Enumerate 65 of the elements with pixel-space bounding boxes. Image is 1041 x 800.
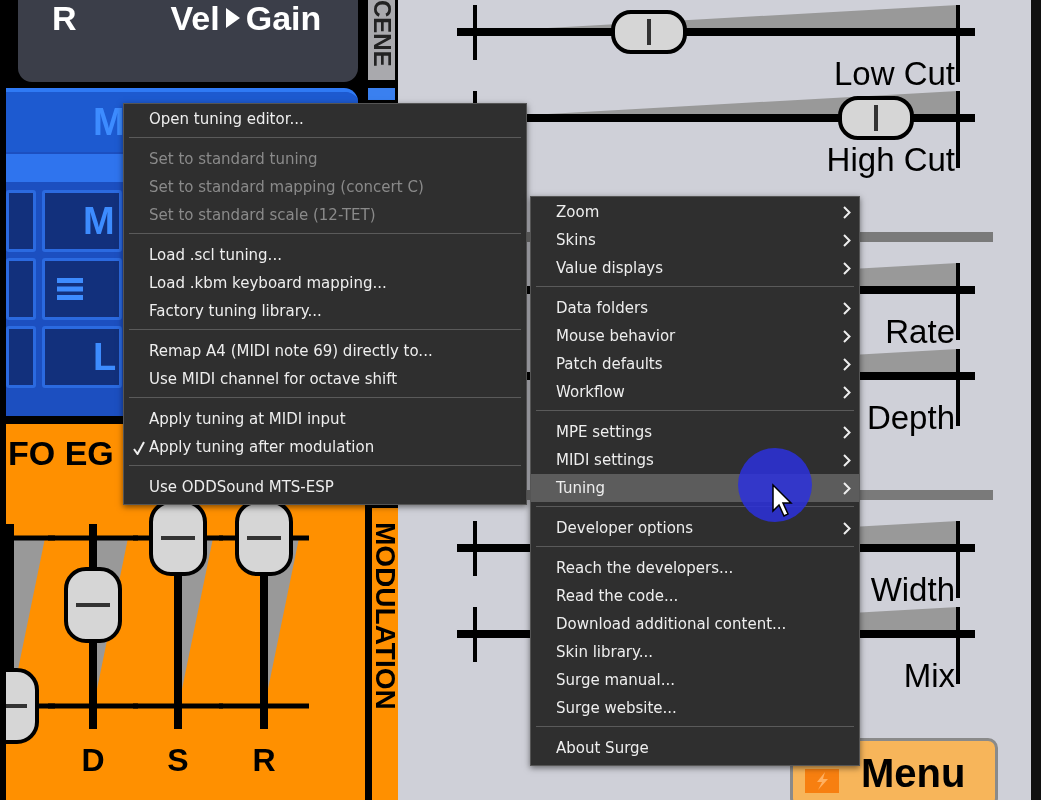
chevron-right-icon (843, 302, 851, 315)
slider-label: Depth (866, 399, 955, 437)
panel-label: Gain (245, 0, 322, 36)
chevron-right-icon (843, 330, 851, 343)
tab-strip (368, 88, 395, 100)
slider-label: Rate (885, 313, 955, 351)
menu-item[interactable]: Open tuning editor... (124, 105, 526, 133)
list-icon (57, 278, 83, 300)
menu-item[interactable]: Use MIDI channel for octave shift (124, 365, 526, 393)
chevron-right-icon (843, 482, 851, 495)
menu-item[interactable]: Workflow (531, 378, 859, 406)
menu-item[interactable]: Read the code... (531, 582, 859, 610)
menu-item[interactable]: Load .kbm keyboard mapping... (124, 269, 526, 297)
panel-label: R (52, 0, 77, 36)
slider-label: R (251, 742, 277, 779)
menu-item[interactable]: Surge manual... (531, 666, 859, 694)
menu-item[interactable]: MPE settings (531, 418, 859, 446)
grid-tile[interactable]: L (42, 326, 122, 388)
slider-label: Mix (903, 657, 955, 695)
chevron-right-icon (843, 454, 851, 467)
menu-item[interactable]: Skin library... (531, 638, 859, 666)
chevron-right-icon (843, 262, 851, 275)
slider-label: S (166, 742, 190, 779)
slider-label: D (80, 742, 106, 779)
slider-thumb[interactable] (64, 567, 122, 644)
slider-label: Low Cut (833, 55, 955, 93)
menu-item[interactable]: Use ODDSound MTS-ESP (124, 473, 526, 501)
menu-item[interactable]: Value displays (531, 254, 859, 282)
chevron-right-icon (843, 522, 851, 535)
scene-tab[interactable]: CENE (368, 0, 395, 80)
chevron-right-icon (843, 358, 851, 371)
grid-tile (6, 190, 36, 252)
menu-item[interactable]: Surge website... (531, 694, 859, 722)
checkmark-icon (133, 441, 145, 455)
menu-item[interactable]: Reach the developers... (531, 554, 859, 582)
panel-label: Vel (170, 0, 220, 36)
menu-item[interactable]: Skins (531, 226, 859, 254)
lightning-icon (805, 769, 839, 793)
chevron-right-icon (843, 426, 851, 439)
grid-tile[interactable] (42, 258, 122, 320)
menu-item[interactable]: Developer options (531, 514, 859, 542)
menu-item[interactable]: Mouse behavior (531, 322, 859, 350)
panel-title: FO EG (8, 434, 114, 473)
menu-item[interactable]: Remap A4 (MIDI note 69) directly to... (124, 337, 526, 365)
grid-tile[interactable]: M (42, 190, 122, 252)
mouse-cursor-icon (737, 447, 813, 523)
menu-item[interactable]: Load .scl tuning... (124, 241, 526, 269)
chevron-right-icon (843, 234, 851, 247)
tile-label: M (82, 201, 115, 241)
slider-label: Width (870, 571, 955, 609)
menu-item[interactable]: Download additional content... (531, 610, 859, 638)
menu-item[interactable]: Patch defaults (531, 350, 859, 378)
tile-label: L (92, 337, 117, 377)
menu-item[interactable]: MIDI settings (531, 446, 859, 474)
menu-item[interactable]: Factory tuning library... (124, 297, 526, 325)
menu-item[interactable]: Zoom (531, 198, 859, 226)
grid-tile (6, 326, 36, 388)
chevron-right-icon (843, 206, 851, 219)
chevron-right-icon (843, 386, 851, 399)
slider-label: High Cut (826, 141, 955, 179)
triangle-right-icon (225, 8, 240, 28)
menu-item[interactable]: Apply tuning at MIDI input (124, 405, 526, 433)
grid-tile (6, 258, 36, 320)
menu-item[interactable]: Apply tuning after modulation (124, 433, 526, 461)
menu-item[interactable]: Data folders (531, 294, 859, 322)
